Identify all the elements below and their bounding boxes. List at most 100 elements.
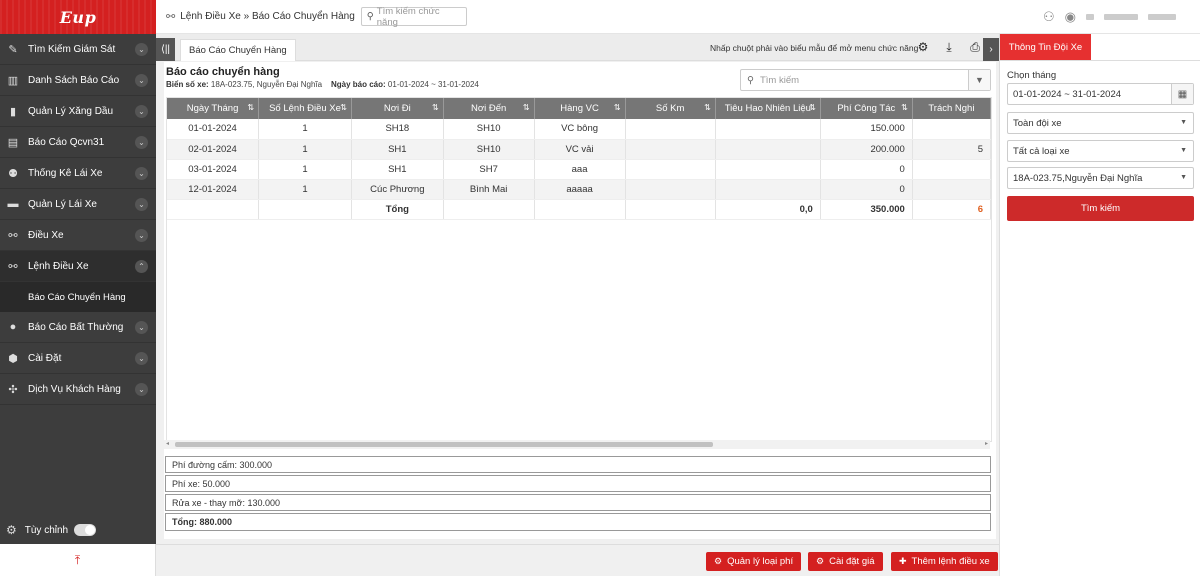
column-header[interactable]: Trách Nghi — [912, 98, 991, 119]
sidebar-item-thong-ke-lai-xe[interactable]: ⚉ Thống Kê Lái Xe ⌄ — [0, 158, 156, 189]
search-icon: ⚲ — [366, 11, 374, 22]
column-header[interactable]: Ngày Tháng ⇅ — [167, 98, 260, 119]
add-dispatch-order-button[interactable]: ✚ Thêm lệnh điều xe — [891, 552, 998, 571]
route-icon: ✎ — [8, 43, 18, 56]
sort-icon: ⇅ — [901, 103, 908, 112]
sidebar-item-label: Báo Cáo Bất Thường — [28, 321, 124, 333]
chevron-down-icon[interactable]: ⌄ — [135, 228, 148, 242]
print-icon[interactable]: ⎙ — [965, 40, 985, 55]
tab-bao-cao-chuyen-hang[interactable]: Báo Cáo Chuyển Hàng — [180, 39, 296, 61]
sidebar-item-lenh-dieu-xe[interactable]: ⚯ Lệnh Điều Xe ⌃ — [0, 251, 156, 282]
custom-toggle[interactable] — [74, 524, 97, 536]
fee-item: Phí đường cấm: 300.000 — [165, 456, 991, 473]
alert-icon: ● — [9, 321, 17, 333]
vehicle-select[interactable]: 18A-023.75,Nguyễn Đại Nghĩa ▼ — [1007, 167, 1194, 189]
scroll-left-icon[interactable]: ◂ — [166, 440, 169, 447]
table-row[interactable]: 02-01-2024 1 SH1 SH10 VC vải 200.000 5 — [167, 139, 991, 160]
column-header[interactable]: Phí Công Tác ⇅ — [820, 98, 913, 119]
gear-icon: ⚙ — [816, 556, 825, 566]
column-header[interactable]: Nơi Đến ⇅ — [443, 98, 535, 119]
sidebar-item-dieu-xe[interactable]: ⚯ Điều Xe ⌄ — [0, 220, 156, 251]
report-subtitle: Biển số xe: 18A-023.75, Nguyễn Đại Nghĩa… — [166, 80, 479, 89]
column-header-label: Tiêu Hao Nhiên Liệu — [724, 103, 811, 114]
table-cell: 1 — [258, 179, 352, 200]
table-row[interactable]: 12-01-2024 1 Cúc Phương Bình Mai aaaaa 0 — [167, 179, 991, 200]
chevron-down-icon[interactable]: ⌄ — [135, 166, 148, 180]
report-search-placeholder: Tìm kiếm — [759, 74, 800, 86]
table-row[interactable]: 01-01-2024 1 SH18 SH10 VC bông 150.000 — [167, 119, 991, 140]
briefcase-icon: ▬ — [7, 198, 19, 210]
report-search-input[interactable]: ⚲ Tìm kiếm ▼ — [740, 69, 991, 91]
scroll-top-button[interactable]: ⤒ — [0, 544, 156, 576]
sidebar-item-danh-sach-bao-cao[interactable]: ▥ Danh Sách Báo Cáo ⌄ — [0, 65, 156, 96]
chevron-down-icon[interactable]: ⌄ — [135, 73, 148, 87]
gear-icon[interactable]: ⚙ — [913, 40, 933, 55]
sidebar-item-quan-ly-xang-dau[interactable]: ▮ Quản Lý Xăng Dầu ⌄ — [0, 96, 156, 127]
date-label: Ngày báo cáo: — [331, 80, 386, 89]
fuel-icon: ▮ — [9, 105, 17, 118]
chevron-down-icon[interactable]: ⌄ — [135, 382, 148, 396]
chevron-down-icon[interactable]: ⌄ — [135, 42, 148, 56]
chevron-down-icon[interactable]: ⌄ — [135, 197, 148, 211]
table-cell — [443, 199, 535, 220]
network-icon[interactable]: ⚇ — [1043, 9, 1055, 25]
caret-down-icon: ▼ — [1180, 119, 1187, 126]
table-cell — [625, 179, 716, 200]
column-header[interactable]: Hàng VC ⇅ — [534, 98, 626, 119]
date-range-value: 01-01-2024 ~ 31-01-2024 — [1013, 88, 1122, 100]
sidebar-item-quan-ly-lai-xe[interactable]: ▬ Quản Lý Lái Xe ⌄ — [0, 189, 156, 220]
chevron-down-icon[interactable]: ⌄ — [135, 351, 148, 365]
sort-icon: ⇅ — [340, 103, 347, 112]
scroll-right-icon[interactable]: ▸ — [985, 440, 988, 447]
column-header[interactable]: Nơi Đi ⇅ — [351, 98, 444, 119]
collapse-sidebar-button[interactable]: ⟨|| — [156, 38, 175, 61]
sidebar-subitem-bao-cao-chuyen-hang[interactable]: Báo Cáo Chuyển Hàng — [0, 282, 156, 312]
plus-icon: ✚ — [899, 556, 907, 566]
gear-icon: ⚙ — [6, 523, 17, 537]
column-header[interactable]: Tiêu Hao Nhiên Liệu ⇅ — [715, 98, 821, 119]
chevron-up-icon[interactable]: ⌃ — [135, 259, 148, 273]
fee-total: Tổng: 880.000 — [165, 513, 991, 531]
chevron-down-icon[interactable]: ⌄ — [135, 320, 148, 334]
logo-text: Eup — [59, 7, 97, 27]
sidebar-item-cai-dat[interactable]: ⬢ Cài Đặt ⌄ — [0, 343, 156, 374]
table-total-row: Tổng 0,0 350.000 6 — [167, 199, 991, 220]
add-dispatch-order-label: Thêm lệnh điều xe — [911, 556, 990, 567]
chevron-down-icon[interactable]: ⌄ — [135, 104, 148, 118]
table-cell: 0 — [820, 159, 913, 180]
horizontal-scrollbar[interactable]: ◂ ▸ — [164, 440, 990, 449]
vehicle-type-select[interactable]: Tất cả loại xe ▼ — [1007, 140, 1194, 162]
collapse-right-panel-button[interactable]: › — [983, 38, 999, 61]
function-search-input[interactable]: ⚲ Tìm kiếm chức năng — [360, 6, 467, 28]
report-table-wrap[interactable]: Ngày Tháng ⇅ Số Lệnh Điều Xe ⇅ Nơi Đi ⇅ Nơi… — [166, 97, 992, 442]
table-row[interactable]: 03-01-2024 1 SH1 SH7 aaa 0 — [167, 159, 991, 180]
download-icon[interactable]: ⤓ — [939, 40, 959, 55]
price-settings-button[interactable]: ⚙ Cài đặt giá — [808, 552, 883, 571]
chevron-down-icon[interactable]: ⌄ — [135, 135, 148, 149]
username-blur — [1148, 14, 1176, 20]
column-header[interactable]: Số Km ⇅ — [625, 98, 716, 119]
fleet-info-panel: Thông Tin Đội Xe Chọn tháng 01-01-2024 ~… — [999, 34, 1200, 576]
user-avatar-icon[interactable]: ◉ — [1065, 9, 1076, 25]
filter-icon[interactable]: ▼ — [968, 70, 990, 90]
tab-fleet-info[interactable]: Thông Tin Đội Xe — [1000, 34, 1091, 60]
sidebar: Eup ✎ Tìm Kiếm Giám Sát ⌄ ▥ Danh Sách Báo C… — [0, 0, 156, 576]
fee-item: Rửa xe - thay mỡ: 130.000 — [165, 494, 991, 511]
column-header-label: Trách Nghi — [928, 103, 975, 114]
app: Eup ✎ Tìm Kiếm Giám Sát ⌄ ▥ Danh Sách Báo C… — [0, 0, 1200, 576]
calendar-icon[interactable]: ▦ — [1171, 84, 1193, 104]
sidebar-item-label: Quản Lý Xăng Dầu — [28, 105, 114, 117]
table-cell: 1 — [258, 139, 352, 160]
table-cell: 1 — [258, 159, 352, 180]
sidebar-item-tim-kiem-giam-sat[interactable]: ✎ Tìm Kiếm Giám Sát ⌄ — [0, 34, 156, 65]
sidebar-item-dich-vu-khach-hang[interactable]: ✣ Dịch Vụ Khách Hàng ⌄ — [0, 374, 156, 405]
fleet-select[interactable]: Toàn đội xe ▼ — [1007, 112, 1194, 134]
logo[interactable]: Eup — [0, 0, 156, 34]
sidebar-item-bao-cao-bat-thuong[interactable]: ● Báo Cáo Bất Thường ⌄ — [0, 312, 156, 343]
date-range-input[interactable]: 01-01-2024 ~ 31-01-2024 ▦ — [1007, 83, 1194, 105]
sidebar-item-bao-cao-qcvn31[interactable]: ▤ Báo Cáo Qcvn31 ⌄ — [0, 127, 156, 158]
scrollbar-thumb[interactable] — [175, 442, 713, 447]
manage-fee-types-button[interactable]: ⚙ Quản lý loại phí — [706, 552, 802, 571]
column-header[interactable]: Số Lệnh Điều Xe ⇅ — [258, 98, 352, 119]
search-button[interactable]: Tìm kiếm — [1007, 196, 1194, 221]
